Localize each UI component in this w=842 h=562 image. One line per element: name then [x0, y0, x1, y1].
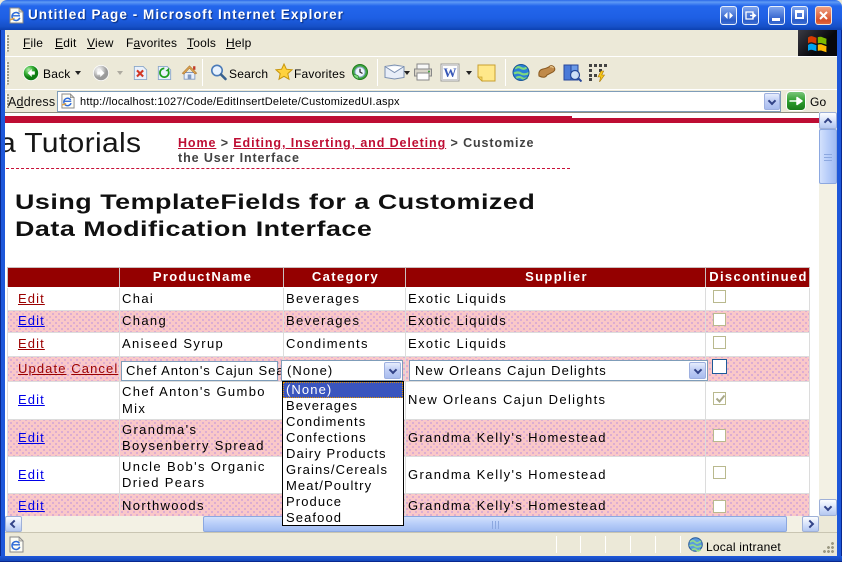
svg-text:W: W	[444, 65, 457, 80]
